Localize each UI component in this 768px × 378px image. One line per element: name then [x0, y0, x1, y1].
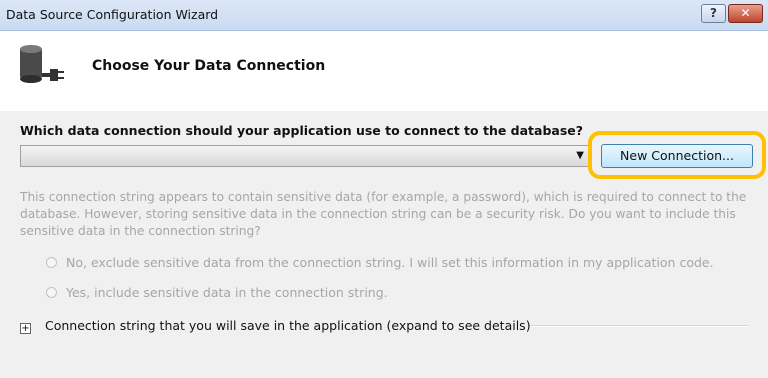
expand-plus-icon[interactable]: + — [20, 323, 31, 334]
window-title: Data Source Configuration Wizard — [6, 7, 219, 22]
expander-label: Connection string that you will save in … — [45, 318, 531, 333]
radio-include-sensitive[interactable]: Yes, include sensitive data in the conne… — [46, 285, 388, 300]
page-title: Choose Your Data Connection — [92, 58, 326, 74]
radio-exclude-label: No, exclude sensitive data from the conn… — [66, 255, 714, 270]
database-plug-icon — [20, 45, 64, 83]
connection-string-expander[interactable]: + Connection string that you will save in… — [20, 318, 531, 334]
title-bar: Data Source Configuration Wizard ? ✕ — [0, 0, 768, 31]
radio-button-icon[interactable] — [46, 287, 57, 298]
new-connection-button[interactable]: New Connection... — [601, 144, 753, 168]
connection-question-label: Which data connection should your applic… — [20, 123, 584, 138]
radio-button-icon[interactable] — [46, 257, 57, 268]
connection-dropdown[interactable]: ▼ — [20, 145, 590, 167]
close-button[interactable]: ✕ — [728, 4, 763, 23]
sensitive-data-info: This connection string appears to contai… — [20, 190, 747, 238]
help-button[interactable]: ? — [701, 4, 726, 23]
divider — [530, 325, 748, 327]
wizard-header: Choose Your Data Connection — [0, 31, 768, 111]
radio-exclude-sensitive[interactable]: No, exclude sensitive data from the conn… — [46, 255, 714, 270]
radio-include-label: Yes, include sensitive data in the conne… — [66, 285, 388, 300]
chevron-down-icon[interactable]: ▼ — [576, 150, 584, 161]
